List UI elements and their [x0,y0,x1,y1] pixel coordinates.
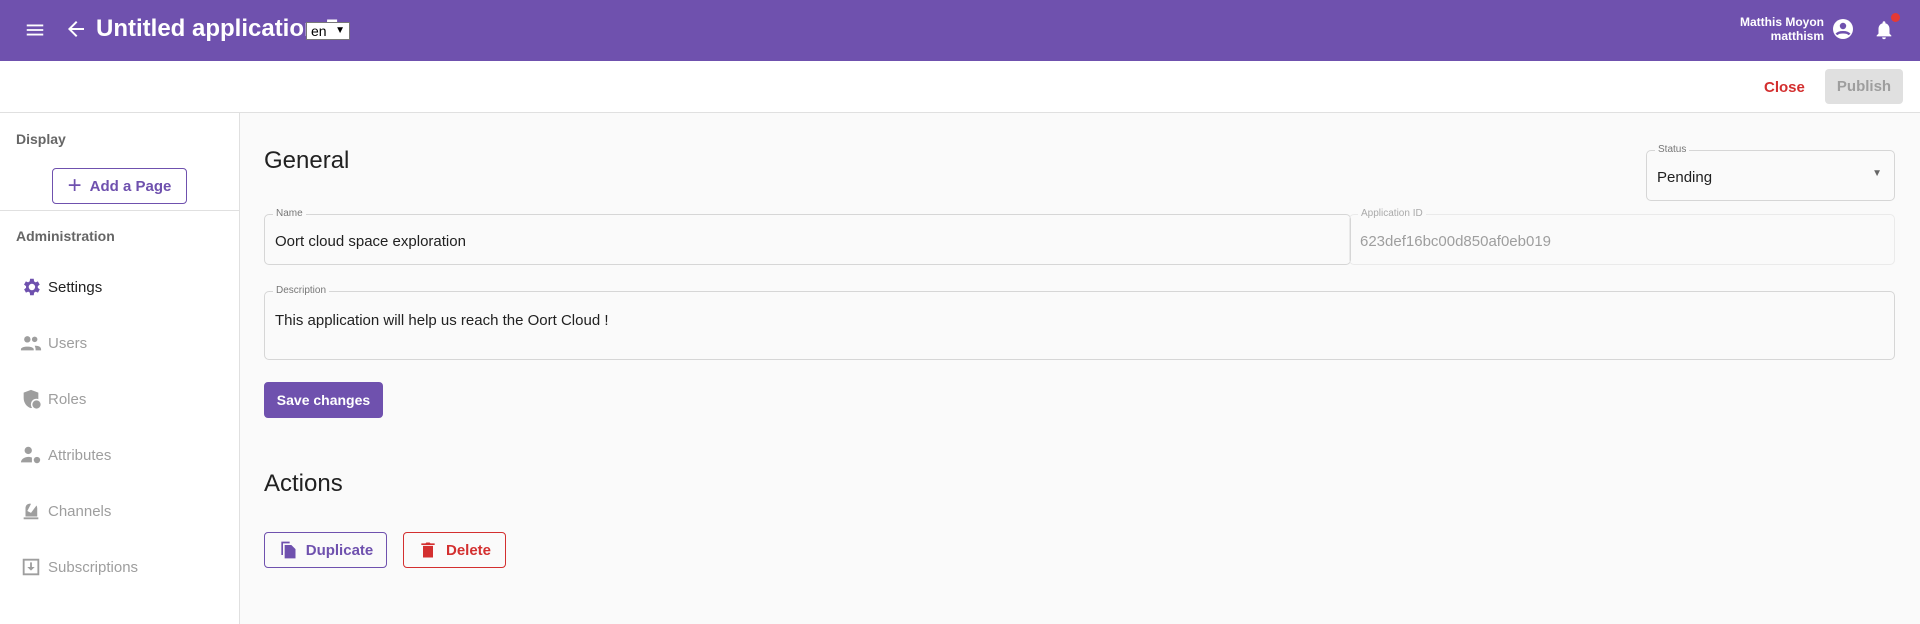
duplicate-button[interactable]: Duplicate [264,532,387,568]
status-value: Pending [1657,169,1713,186]
language-select[interactable]: en ▼ [306,22,350,40]
delete-button[interactable]: Delete [403,532,506,568]
dropdown-arrow-icon: ▼ [1872,168,1882,179]
notification-badge [1891,13,1900,22]
name-label: Name [273,208,306,219]
close-button[interactable]: Close [1764,79,1805,96]
description-label: Description [273,285,330,296]
delete-label: Delete [445,541,492,559]
user-login: matthism [1770,29,1824,43]
user-name: Matthis Moyon [1740,15,1824,29]
save-changes-button[interactable]: Save changes [264,382,383,418]
display-heading: Display [16,131,66,147]
application-id-field: Application ID 623def16bc00d850af0eb019 [1349,208,1895,265]
plus-icon: + [67,172,82,199]
administration-heading: Administration [16,228,115,244]
trash-icon [421,542,435,558]
sidebar-item-label: Settings [48,278,103,296]
description-value: This application will help us reach the … [275,312,609,329]
sidebar-item-users[interactable]: Users [20,332,87,354]
application-id-label: Application ID [1358,208,1426,219]
arrow-left-icon[interactable] [64,17,88,41]
inbox-icon [22,558,40,576]
application-id-value: 623def16bc00d850af0eb019 [1360,233,1552,250]
language-value: en [311,23,327,39]
name-field[interactable]: Name Oort cloud space exploration [264,208,1351,265]
users-icon [20,336,42,351]
action-toolbar: Close Publish [0,61,1920,113]
status-select[interactable]: Status Pending ▼ [1646,144,1895,201]
sidebar-item-label: Attributes [48,446,112,464]
actions-heading: Actions [264,470,343,497]
account-circle-icon[interactable] [1831,17,1855,41]
app-header: Untitled application 5 en ▼ Matthis Moyon… [0,0,1920,61]
app-title: Untitled application 5 [96,15,339,42]
sidebar-item-label: Roles [48,390,87,408]
bell-icon[interactable] [1873,18,1895,42]
sidebar-item-attributes[interactable]: Attributes [20,444,111,466]
add-page-label: Add a Page [89,177,172,195]
duplicate-label: Duplicate [305,541,374,559]
sidebar-item-label: Users [48,334,88,352]
sidebar-item-label: Subscriptions [48,558,139,576]
description-field[interactable]: Description This application will help u… [264,285,1895,360]
status-label: Status [1655,144,1690,155]
publish-button[interactable]: Publish [1825,69,1903,104]
user-settings-icon [20,446,41,464]
menu-icon[interactable] [24,19,46,41]
shield-icon [23,389,41,409]
sidebar-item-subscriptions[interactable]: Subscriptions [20,556,138,578]
sidebar-item-roles[interactable]: Roles [20,388,86,410]
sidebar-item-channels[interactable]: Channels [20,500,111,522]
sidebar-item-settings[interactable]: Settings [20,276,102,298]
user-info: Matthis Moyon matthism [1740,15,1824,43]
chevron-down-icon: ▼ [335,25,345,36]
copy-icon [281,541,296,559]
gear-icon [24,278,40,296]
sidebar-item-label: Channels [48,502,112,520]
general-heading: General [264,147,350,174]
add-page-button[interactable]: + Add a Page [52,168,187,204]
sidebar: Display + Add a Page Administration Setti… [0,113,240,624]
name-value: Oort cloud space exploration [275,233,466,250]
channel-icon [23,503,39,520]
divider [0,210,239,211]
